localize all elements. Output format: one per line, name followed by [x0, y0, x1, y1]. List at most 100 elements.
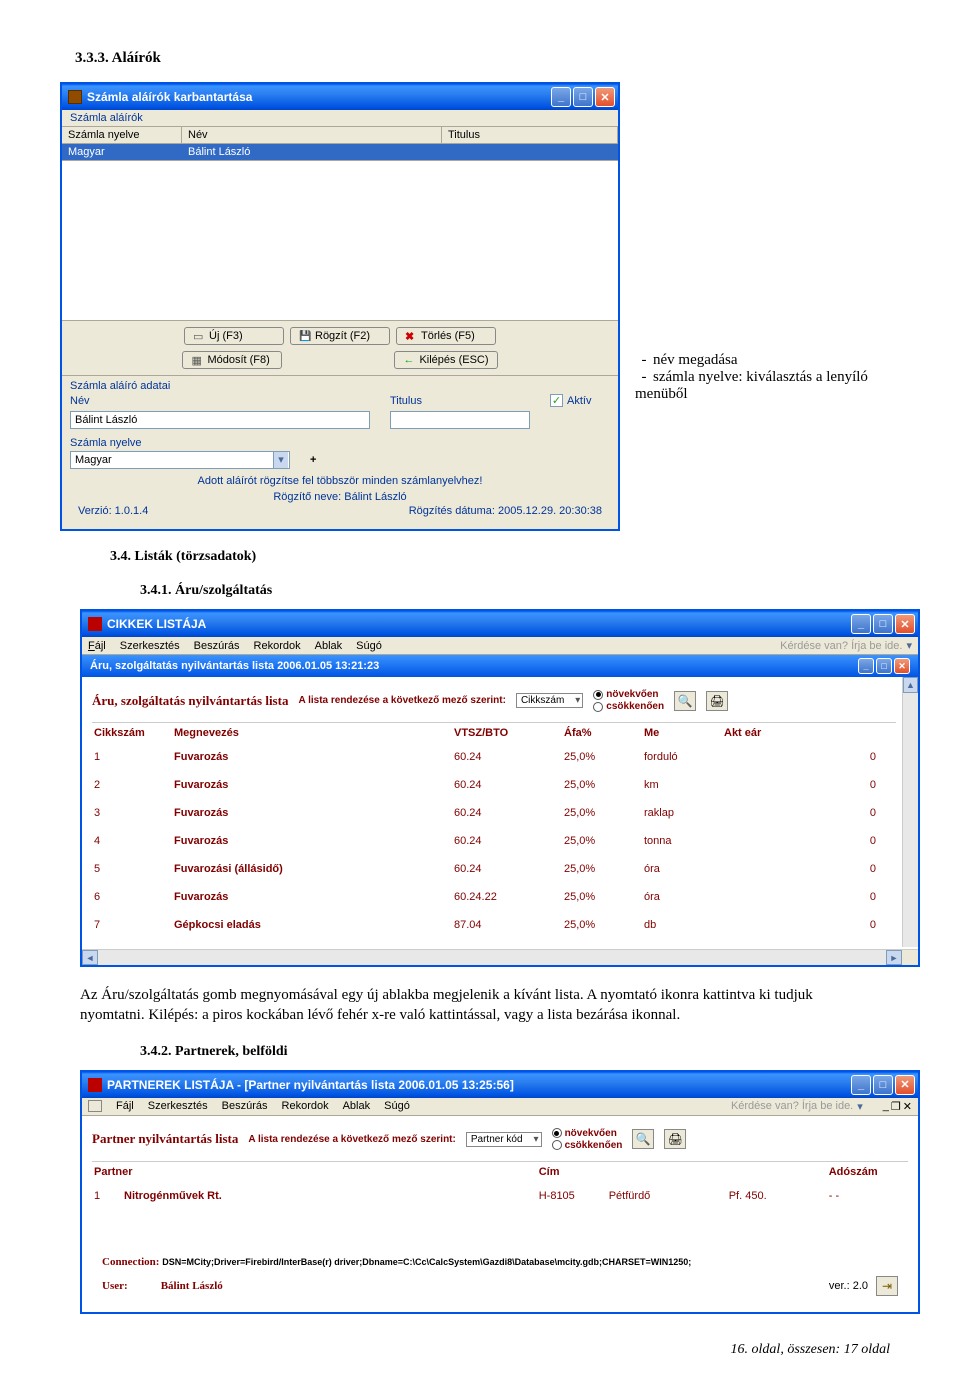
th-adoszam[interactable]: Adószám	[827, 1162, 908, 1182]
close-button[interactable]: ✕	[895, 614, 915, 634]
table-row[interactable]: 5Fuvarozási (állásidő)60.2425,0%óra0	[92, 855, 896, 883]
cell-ado: - -	[827, 1182, 908, 1210]
cell-vtsz: 60.24	[452, 799, 562, 827]
maximize-button[interactable]: □	[873, 614, 893, 634]
close-button[interactable]: ✕	[595, 87, 615, 107]
col-title[interactable]: Titulus	[442, 127, 618, 143]
scroll-left-icon[interactable]: ◄	[82, 950, 98, 965]
scroll-right-icon[interactable]: ►	[886, 950, 902, 965]
table-row[interactable]: 6Fuvarozás60.24.2225,0%óra0	[92, 883, 896, 911]
menu-insert[interactable]: Beszúrás	[222, 1100, 268, 1112]
minimize-button[interactable]: _	[851, 1075, 871, 1095]
label-titulus: Titulus	[390, 395, 530, 407]
vertical-scrollbar[interactable]: ▲	[902, 677, 918, 947]
col-name[interactable]: Név	[182, 127, 442, 143]
cell-vtsz: 60.24	[452, 771, 562, 799]
table-row[interactable]: 2Fuvarozás60.2425,0%km0	[92, 771, 896, 799]
menu-edit[interactable]: Szerkesztés	[148, 1100, 208, 1112]
exit-button[interactable]: Kilépés (ESC)	[394, 351, 497, 369]
inner-maximize[interactable]: □	[876, 658, 892, 674]
grid-row-selected[interactable]: Magyar Bálint László	[62, 144, 618, 161]
cell-ar: 0	[722, 827, 896, 855]
menu-file[interactable]: Fájl	[116, 1100, 134, 1112]
table-row[interactable]: 4Fuvarozás60.2425,0%tonna0	[92, 827, 896, 855]
th-cikkszam[interactable]: Cikkszám	[92, 723, 172, 743]
cell-afa: 25,0%	[562, 743, 642, 771]
menu-insert[interactable]: Beszúrás	[194, 640, 240, 652]
delete-icon	[405, 330, 417, 342]
add-lang-button[interactable]: +	[310, 454, 316, 466]
panel-title: Számla aláíró adatai	[70, 380, 610, 392]
cell-vtsz: 60.24.22	[452, 883, 562, 911]
table-row[interactable]: 3Fuvarozás60.2425,0%raklap0	[92, 799, 896, 827]
version-label: ver.: 2.0	[829, 1280, 868, 1292]
new-button[interactable]: Új (F3)	[184, 327, 284, 345]
cell-n: 2	[92, 771, 172, 799]
radio-desc[interactable]: csökkenően	[593, 701, 664, 712]
mdi-close[interactable]: ✕	[903, 1100, 912, 1113]
radio-asc[interactable]: növekvően	[593, 689, 664, 700]
th-aktear[interactable]: Akt eár	[722, 723, 896, 743]
cell-name: Fuvarozás	[172, 743, 452, 771]
cell-afa: 25,0%	[562, 855, 642, 883]
cell-name: Fuvarozás	[172, 827, 452, 855]
minimize-button[interactable]: _	[551, 87, 571, 107]
cell-zip: H-8105	[537, 1182, 607, 1210]
table-row[interactable]: 7Gépkocsi eladás87.0425,0%db0	[92, 911, 896, 939]
preview-icon[interactable]: 🔍	[632, 1129, 654, 1149]
titlebar-text: PARTNEREK LISTÁJA - [Partner nyilvántart…	[107, 1078, 851, 1092]
close-button[interactable]: ✕	[895, 1075, 915, 1095]
language-dropdown[interactable]: Magyar	[70, 451, 290, 469]
th-megnevezes[interactable]: Megnevezés	[172, 723, 452, 743]
list-title: Partner nyilvántartás lista	[92, 1131, 238, 1147]
radio-desc[interactable]: csökkenően	[552, 1140, 623, 1151]
window-signers: Számla aláírók karbantartása _ □ ✕ Száml…	[60, 82, 620, 531]
table-row[interactable]: 1Fuvarozás60.2425,0%forduló0	[92, 743, 896, 771]
col-lang[interactable]: Számla nyelve	[62, 127, 182, 143]
menu-records[interactable]: Rekordok	[254, 640, 301, 652]
titulus-field[interactable]	[390, 411, 530, 429]
save-button[interactable]: Rögzít (F2)	[290, 327, 390, 345]
menu-window[interactable]: Ablak	[315, 640, 343, 652]
exit-icon[interactable]: ⇥	[876, 1276, 898, 1296]
minimize-button[interactable]: _	[851, 614, 871, 634]
menu-help[interactable]: Súgó	[356, 640, 382, 652]
titlebar-text: Számla aláírók karbantartása	[87, 90, 551, 104]
print-icon[interactable]: 🖨	[706, 691, 728, 711]
menu-edit[interactable]: Szerkesztés	[120, 640, 180, 652]
th-afa[interactable]: Áfa%	[562, 723, 642, 743]
menu-records[interactable]: Rekordok	[282, 1100, 329, 1112]
mdi-icon[interactable]	[88, 1100, 102, 1112]
th-partner[interactable]: Partner	[92, 1162, 537, 1182]
inner-minimize[interactable]: _	[858, 658, 874, 674]
cell-me: forduló	[642, 743, 722, 771]
maximize-button[interactable]: □	[573, 87, 593, 107]
cell-me: óra	[642, 883, 722, 911]
menu-file[interactable]: Fájl	[88, 640, 106, 652]
inner-close[interactable]: ✕	[894, 658, 910, 674]
name-field[interactable]	[70, 411, 370, 429]
new-icon	[193, 330, 205, 342]
cell-afa: 25,0%	[562, 827, 642, 855]
maximize-button[interactable]: □	[873, 1075, 893, 1095]
radio-asc[interactable]: növekvően	[552, 1128, 623, 1139]
th-me[interactable]: Me	[642, 723, 722, 743]
mdi-minimize[interactable]: _	[883, 1100, 889, 1113]
print-icon[interactable]: 🖨	[664, 1129, 686, 1149]
scroll-up-icon[interactable]: ▲	[903, 677, 918, 693]
preview-icon[interactable]: 🔍	[674, 691, 696, 711]
horizontal-scrollbar[interactable]: ◄ ►	[82, 949, 918, 965]
edit-button[interactable]: Módosít (F8)	[182, 351, 282, 369]
table-row[interactable]: 1 Nitrogénművek Rt. H-8105 Pétfürdő Pf. …	[92, 1182, 908, 1210]
delete-button[interactable]: Törlés (F5)	[396, 327, 496, 345]
menu-help[interactable]: Súgó	[384, 1100, 410, 1112]
active-checkbox[interactable]: ✓ Aktív	[550, 394, 591, 407]
help-search[interactable]: Kérdése van? Írja be ide.▾	[731, 1100, 863, 1113]
sort-dropdown[interactable]: Partner kód	[466, 1132, 542, 1147]
help-search[interactable]: Kérdése van? Írja be ide.▾	[780, 639, 912, 652]
th-cim[interactable]: Cím	[537, 1162, 827, 1182]
mdi-restore[interactable]: ❐	[891, 1100, 901, 1113]
th-vtsz[interactable]: VTSZ/BTO	[452, 723, 562, 743]
sort-dropdown[interactable]: Cikkszám	[516, 693, 583, 708]
menu-window[interactable]: Ablak	[343, 1100, 371, 1112]
